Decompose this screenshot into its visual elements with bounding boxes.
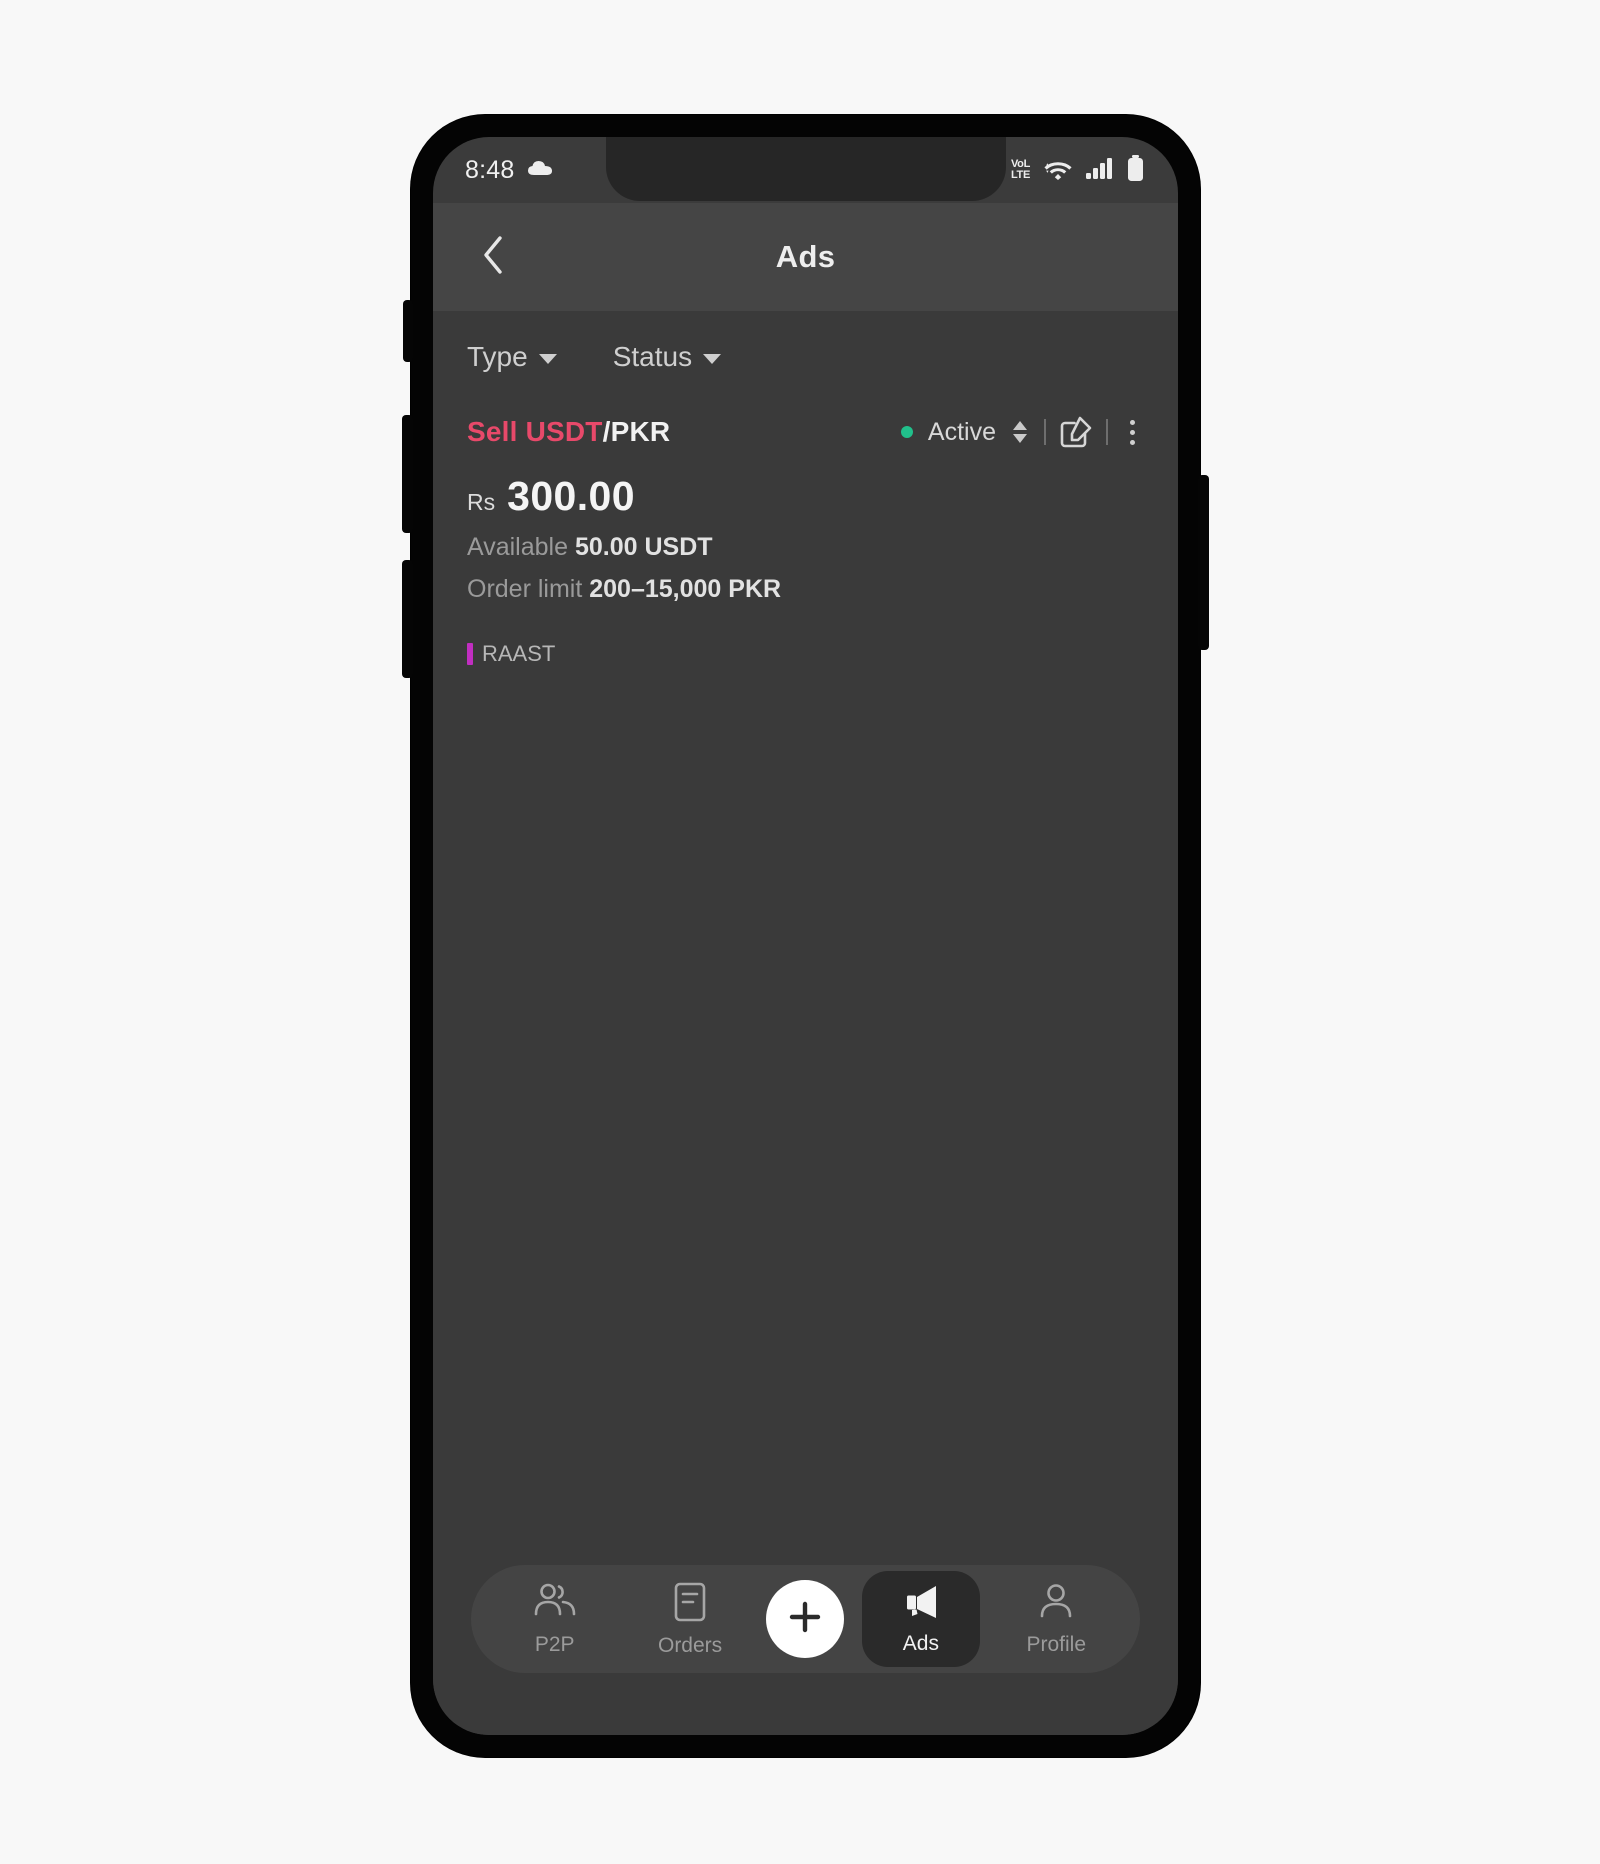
phone-device-frame: 8:48 VoL LTE Ads Type Status Sell USDT/P… — [402, 115, 1209, 1757]
nav-label-orders: Orders — [657, 1633, 723, 1657]
ad-available-label: Available — [467, 533, 569, 561]
nav-label-p2p: P2P — [534, 1632, 575, 1656]
battery-icon — [1127, 154, 1144, 186]
ad-price-row: Rs 300.00 — [467, 473, 1144, 520]
status-time: 8:48 — [465, 155, 515, 184]
power-button[interactable] — [1198, 475, 1209, 650]
ad-card-header: Sell USDT/PKR Active — [467, 415, 1144, 449]
nav-item-p2p[interactable]: P2P — [496, 1571, 614, 1667]
action-divider — [1106, 419, 1108, 445]
ad-pair-title: Sell USDT/PKR — [467, 416, 670, 448]
ad-card[interactable]: Sell USDT/PKR Active Rs 300.00 Available… — [467, 393, 1144, 667]
cloud-icon — [527, 159, 553, 182]
ad-order-limit-label: Order limit — [467, 575, 583, 603]
ad-card-actions: Active — [900, 415, 1144, 449]
filter-type-label: Type — [467, 341, 528, 372]
bottom-navigation-bar: P2P Orders Ads Profile — [471, 1565, 1140, 1673]
edit-icon[interactable] — [1059, 415, 1093, 449]
ad-list: Sell USDT/PKR Active Rs 300.00 Available… — [433, 393, 1178, 667]
action-divider — [1044, 419, 1046, 445]
people-icon — [532, 1582, 578, 1627]
document-list-icon — [670, 1581, 710, 1628]
more-options-icon[interactable] — [1121, 416, 1144, 449]
mute-switch-button[interactable] — [403, 300, 413, 362]
plus-icon — [785, 1597, 825, 1642]
cellular-signal-icon — [1086, 157, 1114, 184]
page-content: Type Status Sell USDT/PKR Active Rs 300.… — [433, 311, 1178, 1735]
filter-status[interactable]: Status — [612, 341, 722, 373]
filter-status-label: Status — [612, 341, 693, 372]
chevron-down-icon — [538, 354, 557, 364]
ad-order-limit-value: 200–15,000 PKR — [589, 575, 782, 603]
megaphone-icon — [900, 1583, 942, 1626]
back-button[interactable] — [467, 231, 519, 283]
create-ad-fab[interactable] — [766, 1580, 845, 1658]
nav-item-ads[interactable]: Ads — [861, 1571, 980, 1667]
ad-price-value: 300.00 — [507, 473, 635, 519]
payment-method-label: RAAST — [482, 641, 556, 666]
back-chevron-icon — [481, 235, 505, 280]
ad-payment-methods: RAAST — [467, 641, 1144, 667]
sort-arrows-icon[interactable] — [1009, 421, 1031, 443]
ad-base-asset: USDT — [525, 416, 603, 447]
payment-method-tag: RAAST — [467, 641, 555, 667]
volume-up-button[interactable] — [402, 415, 413, 533]
filter-row: Type Status — [433, 311, 1178, 393]
page-title: Ads — [775, 239, 836, 274]
volte-icon: VoL LTE — [1010, 158, 1030, 181]
nav-label-ads: Ads — [902, 1631, 939, 1655]
filter-type[interactable]: Type — [467, 341, 557, 373]
screenshot-canvas: 8:48 VoL LTE Ads Type Status Sell USDT/P… — [0, 0, 1600, 1864]
chevron-down-icon — [703, 354, 722, 364]
payment-method-color-bar — [467, 643, 473, 665]
volume-down-button[interactable] — [402, 560, 413, 678]
status-dot-icon — [900, 426, 913, 438]
status-bar-right: VoL LTE — [1010, 154, 1144, 186]
wifi-icon — [1043, 156, 1073, 185]
ad-order-limit-row: Order limit 200–15,000 PKR — [467, 575, 1144, 604]
ad-side-label: Sell — [467, 416, 518, 447]
nav-label-profile: Profile — [1026, 1632, 1087, 1656]
ad-pair-separator: / — [602, 416, 611, 447]
app-bar: Ads — [433, 203, 1178, 311]
phone-screen: 8:48 VoL LTE Ads Type Status Sell USDT/P… — [433, 137, 1178, 1735]
ad-price-currency: Rs — [467, 489, 496, 515]
ad-available-value: 50.00 USDT — [574, 533, 713, 561]
status-bar: 8:48 VoL LTE — [433, 137, 1178, 203]
ad-available-row: Available 50.00 USDT — [467, 533, 1144, 562]
ad-status-label: Active — [927, 417, 996, 446]
person-icon — [1036, 1582, 1076, 1627]
nav-item-profile[interactable]: Profile — [997, 1571, 1115, 1667]
ad-quote-asset: PKR — [610, 416, 671, 447]
status-bar-left: 8:48 — [465, 156, 553, 185]
nav-item-orders[interactable]: Orders — [631, 1571, 749, 1667]
